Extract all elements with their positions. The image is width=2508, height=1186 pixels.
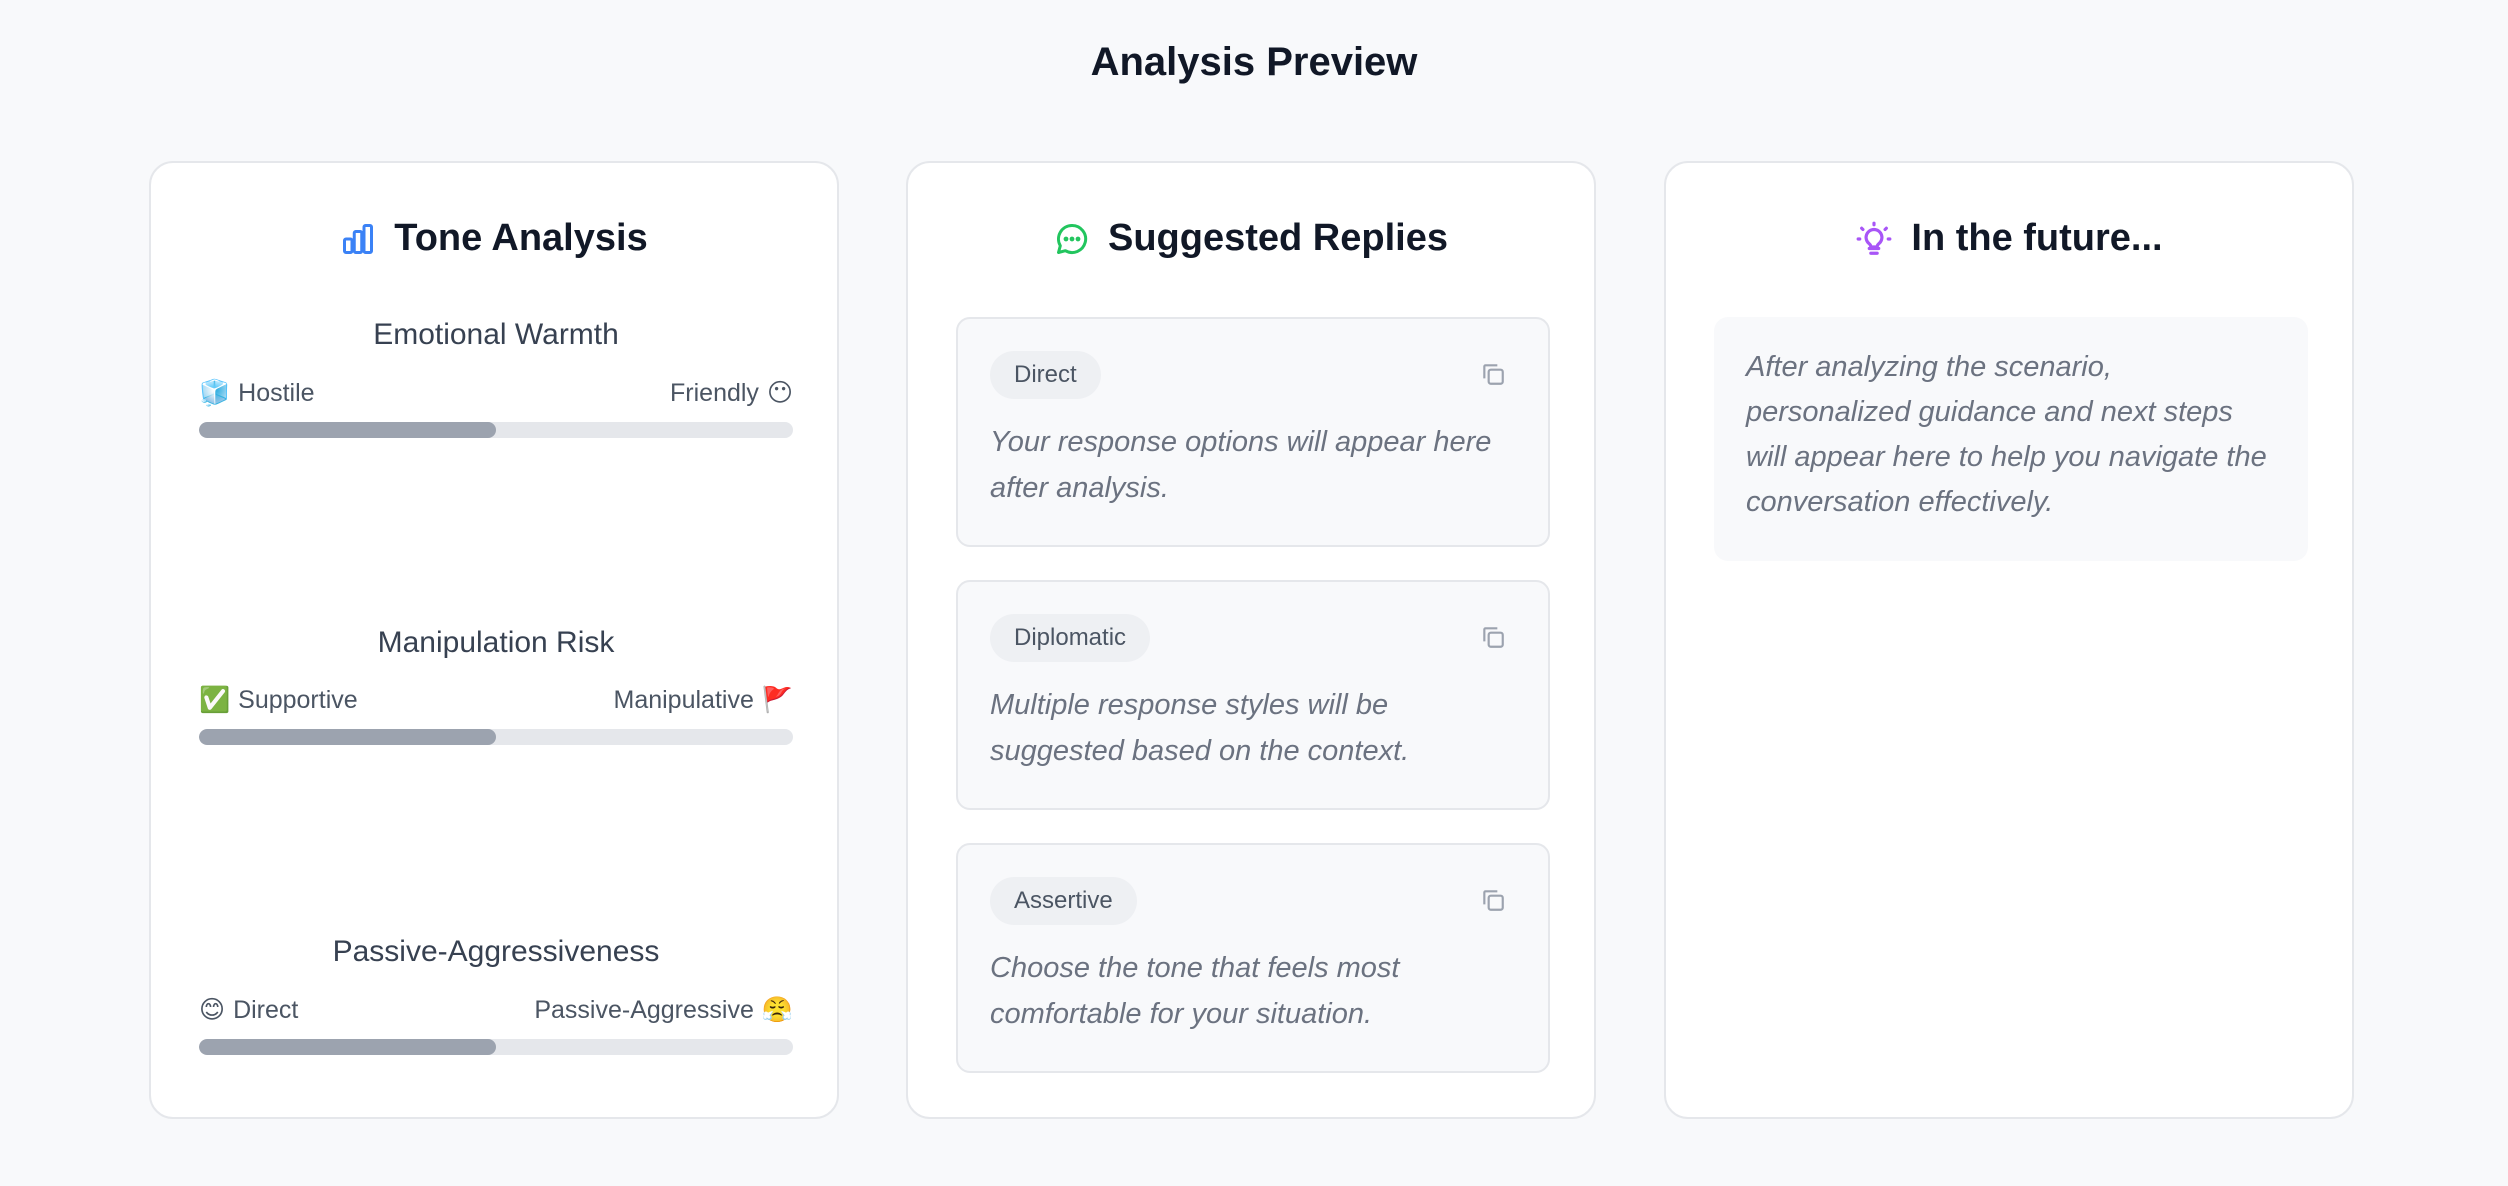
- metric-right-label: Manipulative: [613, 686, 754, 714]
- future-header: In the future...: [1666, 217, 2352, 260]
- reply-text: Choose the tone that feels most comforta…: [990, 952, 1400, 1030]
- metric-right-end: Friendly 😶: [670, 378, 793, 408]
- metric-left-end: 😊 Direct: [199, 995, 298, 1025]
- red-flag-icon: 🚩: [761, 686, 793, 714]
- reply-card-assertive: Assertive Choose the tone that feels mos…: [956, 843, 1550, 1073]
- metric-left-label: Supportive: [238, 686, 358, 714]
- future-title: In the future...: [1911, 217, 2163, 259]
- reply-card-direct: Direct Your response options will appear…: [956, 317, 1550, 547]
- metric-right-end: Manipulative 🚩: [614, 686, 794, 715]
- ice-cube-icon: 🧊: [199, 378, 231, 407]
- metric-title: Passive-Aggressiveness: [332, 935, 660, 968]
- metric-right-end: Passive-Aggressive 😤: [534, 995, 793, 1025]
- copy-icon[interactable]: [1480, 624, 1506, 650]
- metric-left-label: Hostile: [238, 378, 315, 407]
- metric-right-label: Passive-Aggressive: [534, 995, 754, 1024]
- steam-face-icon: 😤: [761, 995, 793, 1024]
- metric-bar-fill: [199, 1039, 496, 1055]
- tone-analysis-header: Tone Analysis: [151, 217, 837, 260]
- copy-icon[interactable]: [1480, 887, 1506, 913]
- metric-title: Manipulation Risk: [377, 626, 615, 659]
- smiling-face-icon: 😊: [199, 996, 226, 1024]
- metric-right-label: Friendly: [670, 378, 759, 407]
- suggested-replies-title: Suggested Replies: [1108, 217, 1448, 259]
- bar-chart-icon: [340, 221, 376, 257]
- tone-analysis-panel: Tone Analysis Emotional Warmth 🧊 Hostile…: [149, 161, 839, 1119]
- metric-left-label: Direct: [233, 995, 299, 1024]
- future-guidance-text: After analyzing the scenario, personaliz…: [1714, 317, 2308, 561]
- metric-bar-track: [199, 422, 793, 438]
- tone-analysis-title: Tone Analysis: [394, 217, 648, 259]
- neutral-face-icon: 😶: [766, 379, 793, 407]
- metric-title: Emotional Warmth: [373, 318, 619, 351]
- suggested-replies-panel: Suggested Replies Direct Your response o…: [906, 161, 1596, 1119]
- metric-scale-labels: 😊 Direct Passive-Aggressive 😤: [199, 995, 793, 1025]
- metric-emotional-warmth: Emotional Warmth 🧊 Hostile Friendly 😶: [199, 318, 793, 438]
- chat-bubble-icon: [1054, 221, 1090, 257]
- page-title: Analysis Preview: [1090, 40, 1418, 84]
- copy-icon[interactable]: [1480, 361, 1506, 387]
- metric-left-end: ✅ Supportive: [199, 686, 358, 715]
- metric-bar-track: [199, 729, 793, 745]
- metric-passive-aggressiveness: Passive-Aggressiveness 😊 Direct Passive-…: [199, 935, 793, 1055]
- metric-bar-track: [199, 1039, 793, 1055]
- reply-tag: Assertive: [990, 877, 1137, 925]
- metric-bar-fill: [199, 422, 496, 438]
- future-panel: In the future... After analyzing the sce…: [1664, 161, 2354, 1119]
- reply-tag: Direct: [990, 351, 1101, 399]
- reply-tag: Diplomatic: [990, 614, 1151, 662]
- metric-scale-labels: ✅ Supportive Manipulative 🚩: [199, 686, 793, 715]
- metric-bar-fill: [199, 729, 496, 745]
- reply-text: Your response options will appear here a…: [990, 426, 1492, 504]
- metric-left-end: 🧊 Hostile: [199, 378, 315, 408]
- reply-text: Multiple response styles will be suggest…: [990, 689, 1410, 767]
- check-mark-icon: ✅: [199, 686, 231, 714]
- lightbulb-icon: [1855, 220, 1893, 258]
- metric-scale-labels: 🧊 Hostile Friendly 😶: [199, 378, 793, 408]
- reply-card-diplomatic: Diplomatic Multiple response styles will…: [956, 580, 1550, 810]
- suggested-replies-header: Suggested Replies: [908, 217, 1594, 260]
- metric-manipulation-risk: Manipulation Risk ✅ Supportive Manipulat…: [199, 626, 793, 745]
